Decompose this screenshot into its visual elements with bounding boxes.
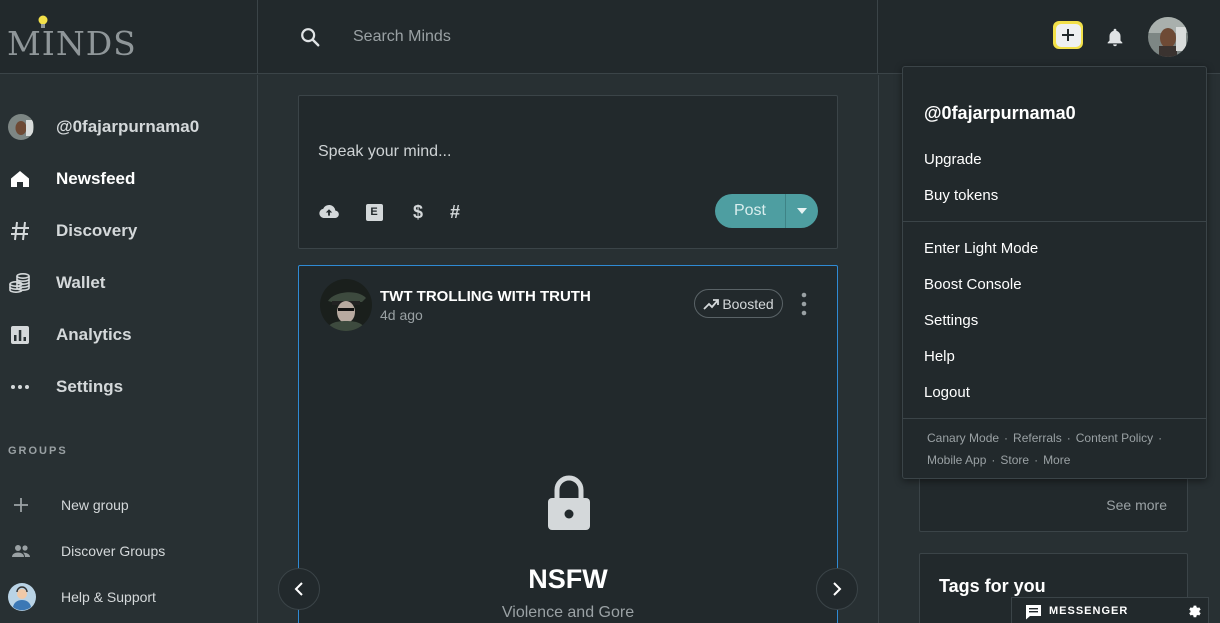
- chart-icon: [11, 326, 29, 344]
- footer-link-mobile-app[interactable]: Mobile App: [927, 453, 986, 467]
- nsfw-e-icon: E: [365, 203, 383, 221]
- sidebar-item-label: Discovery: [56, 221, 138, 240]
- user-dropdown-menu: @0fajarpurnama0 Upgrade Buy tokens Enter…: [902, 66, 1207, 479]
- sidebar-avatar: [8, 114, 34, 140]
- menu-item-light-mode[interactable]: Enter Light Mode: [924, 240, 1038, 257]
- post-options-dropdown[interactable]: [786, 194, 818, 228]
- post-composer: E $ # Post: [298, 95, 838, 249]
- sidebar-item-profile[interactable]: @0fajarpurnama0: [0, 107, 257, 147]
- menu-divider: [903, 221, 1206, 222]
- menu-item-buy-tokens[interactable]: Buy tokens: [924, 187, 998, 204]
- hashtag-icon: #: [449, 201, 460, 222]
- caret-down-icon: [797, 208, 807, 214]
- coins-icon: [9, 272, 30, 294]
- people-icon: [12, 545, 30, 557]
- upload-button[interactable]: [318, 201, 340, 223]
- sidebar-item-wallet[interactable]: Wallet: [0, 263, 257, 303]
- search-icon[interactable]: [299, 26, 321, 48]
- footer-link-canary[interactable]: Canary Mode: [927, 431, 999, 445]
- sidebar-profile-handle: @0fajarpurnama0: [56, 117, 200, 136]
- nsfw-reason: Violence and Gore: [501, 604, 635, 621]
- previous-arrow-button[interactable]: [278, 568, 320, 610]
- chat-icon: [1026, 605, 1041, 620]
- messenger-label: MESSENGER: [1049, 605, 1129, 617]
- post-menu-icon[interactable]: [796, 291, 812, 317]
- menu-item-help[interactable]: Help: [924, 348, 955, 365]
- hash-icon: [11, 221, 29, 241]
- sidebar-item-analytics[interactable]: Analytics: [0, 315, 257, 355]
- dropdown-handle[interactable]: @0fajarpurnama0: [924, 103, 1076, 124]
- notifications-bell-icon[interactable]: [1104, 25, 1126, 49]
- support-avatar: [8, 583, 36, 611]
- trending-up-icon: [703, 298, 720, 310]
- nsfw-title: NSFW: [528, 564, 608, 594]
- footer-link-referrals[interactable]: Referrals: [1013, 431, 1062, 445]
- next-arrow-button[interactable]: [816, 568, 858, 610]
- sidebar-item-label: Help & Support: [61, 589, 156, 605]
- user-avatar[interactable]: [1148, 17, 1188, 57]
- sidebar-item-label: Wallet: [56, 273, 106, 292]
- tags-title: Tags for you: [939, 576, 1046, 596]
- gear-icon[interactable]: [1187, 603, 1203, 619]
- sidebar-item-newsfeed[interactable]: Newsfeed: [0, 159, 257, 199]
- sidebar-item-discover-groups[interactable]: Discover Groups: [0, 536, 257, 566]
- menu-item-settings[interactable]: Settings: [924, 312, 978, 329]
- hashtag-button[interactable]: #: [444, 201, 466, 223]
- right-column-divider: [878, 75, 879, 623]
- home-icon: [11, 171, 29, 187]
- boosted-badge: Boosted: [694, 289, 783, 318]
- post-timestamp[interactable]: 4d ago: [380, 307, 423, 323]
- post-button[interactable]: Post: [715, 194, 785, 228]
- sidebar-item-new-group[interactable]: New group: [0, 490, 257, 520]
- nsfw-button[interactable]: E: [363, 201, 385, 223]
- upload-icon: [319, 204, 339, 218]
- footer-link-content-policy[interactable]: Content Policy: [1076, 431, 1153, 445]
- footer-link-more[interactable]: More: [1043, 453, 1070, 467]
- compose-button[interactable]: [1053, 21, 1083, 49]
- minds-logo: MINDS: [7, 24, 137, 63]
- chevron-right-icon: [833, 582, 842, 596]
- messenger-bar[interactable]: MESSENGER: [1011, 597, 1209, 623]
- sidebar-item-discovery[interactable]: Discovery: [0, 211, 257, 251]
- compose-icon: [1062, 29, 1074, 41]
- see-more-link[interactable]: See more: [1106, 497, 1167, 513]
- footer-links-row-1: Canary Mode · Referrals · Content Policy ·: [927, 431, 1163, 445]
- logo-area[interactable]: MINDS: [0, 0, 258, 74]
- lock-icon: [548, 475, 590, 530]
- menu-item-boost-console[interactable]: Boost Console: [924, 276, 1022, 293]
- footer-links-row-2: Mobile App · Store · More: [927, 453, 1071, 467]
- dollar-icon: $: [412, 201, 423, 222]
- owner-avatar[interactable]: [320, 279, 372, 331]
- owner-name[interactable]: TWT TROLLING WITH TRUTH: [380, 288, 591, 305]
- footer-link-store[interactable]: Store: [1000, 453, 1029, 467]
- menu-item-logout[interactable]: Logout: [924, 384, 970, 401]
- top-bar: MINDS: [0, 0, 1220, 74]
- search-input[interactable]: [353, 24, 753, 50]
- sidebar-item-label: New group: [61, 497, 129, 513]
- more-dots-icon: [11, 385, 29, 389]
- composer-input[interactable]: [318, 141, 798, 163]
- menu-item-upgrade[interactable]: Upgrade: [924, 151, 982, 168]
- sidebar-item-label: Newsfeed: [56, 169, 136, 188]
- sidebar: @0fajarpurnama0 Newsfeed Discovery Walle…: [0, 75, 258, 623]
- search-area: [258, 0, 878, 74]
- groups-section-title: GROUPS: [8, 445, 68, 457]
- sidebar-item-label: Analytics: [56, 325, 132, 344]
- monetize-button[interactable]: $: [407, 201, 429, 223]
- chevron-left-icon: [294, 582, 303, 596]
- boosted-label: Boosted: [722, 295, 774, 312]
- sidebar-item-settings[interactable]: Settings: [0, 367, 257, 407]
- sidebar-item-label: Settings: [56, 377, 124, 396]
- sidebar-item-label: Discover Groups: [61, 543, 166, 559]
- activity-card: TWT TROLLING WITH TRUTH 4d ago Boosted N…: [298, 265, 838, 623]
- sidebar-item-help-support[interactable]: Help & Support: [0, 582, 257, 612]
- post-button-group: Post: [715, 194, 818, 228]
- menu-divider: [903, 418, 1206, 419]
- plus-icon: [14, 498, 28, 512]
